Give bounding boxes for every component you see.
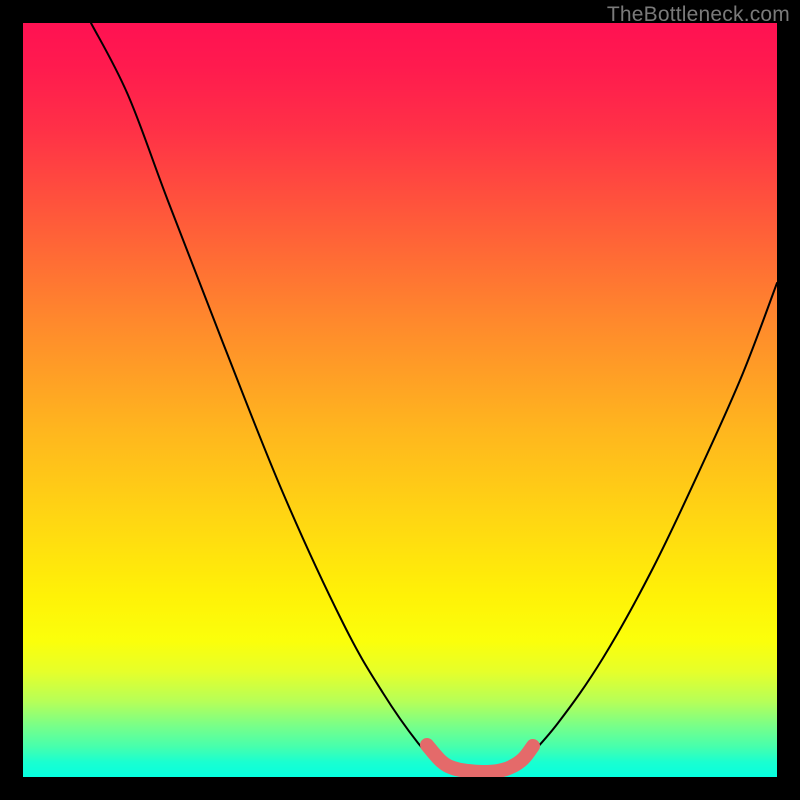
chart-stage: TheBottleneck.com — [0, 0, 800, 800]
series-bottom-accent — [427, 745, 533, 772]
series-right-curve — [523, 283, 777, 763]
series-group — [91, 23, 777, 772]
series-left-curve — [91, 23, 438, 763]
curve-layer — [23, 23, 777, 777]
chart-plot-area — [23, 23, 777, 777]
